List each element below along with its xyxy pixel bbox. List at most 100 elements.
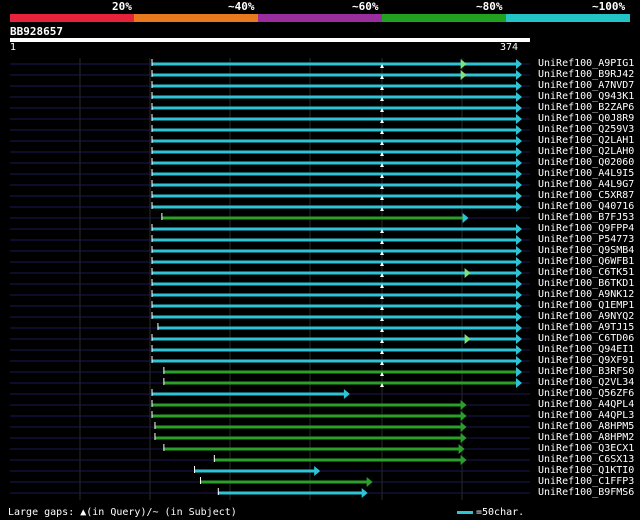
hit-row: [10, 180, 530, 190]
hit-row: [10, 92, 530, 102]
hit-label[interactable]: UniRef100_A9TJ15: [538, 322, 634, 333]
hit-label[interactable]: UniRef100_B3RFS0: [538, 366, 634, 377]
hit-row: [10, 202, 530, 212]
hit-label[interactable]: UniRef100_A9NYQ2: [538, 311, 634, 322]
hit-label[interactable]: UniRef100_A9NK12: [538, 289, 634, 300]
hit-row: [10, 70, 530, 80]
hit-label[interactable]: UniRef100_A4L9G7: [538, 179, 634, 190]
hit-arrowhead: [516, 378, 522, 388]
hit-label[interactable]: UniRef100_Q56ZF6: [538, 388, 634, 399]
hit-arrowhead: [516, 191, 522, 201]
hit-arrowhead: [516, 125, 522, 135]
hit-arrowhead: [516, 136, 522, 146]
hit-label[interactable]: UniRef100_Q9XF91: [538, 355, 634, 366]
hit-row: [10, 125, 530, 135]
hit-arrowhead: [460, 455, 467, 465]
hit-inner-marker: [460, 70, 467, 80]
hit-row: [10, 312, 530, 322]
hit-label[interactable]: UniRef100_Q2VL34: [538, 377, 634, 388]
hit-row: [10, 400, 530, 410]
hit-arrowhead: [516, 180, 522, 190]
hit-label[interactable]: UniRef100_Q943K1: [538, 91, 634, 102]
hit-arrowhead: [516, 147, 522, 157]
hit-row: [10, 169, 530, 179]
hit-arrowhead: [361, 488, 368, 498]
hit-arrowhead: [516, 257, 522, 267]
hit-arrowhead: [516, 268, 522, 278]
hit-row: [10, 378, 530, 388]
hit-row: [10, 345, 530, 355]
hit-row: [10, 356, 530, 366]
hit-label[interactable]: UniRef100_A8HPM2: [538, 432, 634, 443]
hit-label[interactable]: UniRef100_Q40716: [538, 201, 634, 212]
hit-row: [10, 444, 530, 454]
hit-row: [10, 279, 530, 289]
hit-row: [10, 411, 530, 421]
hit-arrowhead: [516, 301, 522, 311]
hit-arrowhead: [516, 202, 522, 212]
hit-row: [10, 477, 530, 487]
hit-label[interactable]: UniRef100_B2ZAP6: [538, 102, 634, 113]
legend-text: Large gaps: ▲(in Query)/~ (in Subject): [8, 507, 237, 518]
hit-arrowhead: [516, 92, 522, 102]
hit-row: [10, 246, 530, 256]
hit-arrowhead: [460, 411, 467, 421]
hit-row: [10, 147, 530, 157]
hit-arrowhead: [516, 158, 522, 168]
hit-label[interactable]: UniRef100_Q259V3: [538, 124, 634, 135]
hit-arrowhead: [516, 246, 522, 256]
hit-arrowhead: [366, 477, 373, 487]
hit-arrowhead: [516, 323, 522, 333]
hit-label[interactable]: UniRef100_Q3ECX1: [538, 443, 634, 454]
hit-row: [10, 301, 530, 311]
hit-label[interactable]: UniRef100_B6TKD1: [538, 278, 634, 289]
hit-inner-marker: [460, 59, 467, 69]
hit-label[interactable]: UniRef100_Q0J8R9: [538, 113, 634, 124]
hit-label[interactable]: UniRef100_A7NVD7: [538, 80, 634, 91]
legend-swatch: [457, 511, 473, 514]
hit-row: [10, 59, 530, 69]
hit-row: [10, 235, 530, 245]
hit-arrowhead: [516, 59, 522, 69]
hit-row: [10, 422, 530, 432]
hit-label[interactable]: UniRef100_Q9SMB4: [538, 245, 634, 256]
hit-label[interactable]: UniRef100_Q2LAH0: [538, 146, 634, 157]
hit-label[interactable]: UniRef100_Q9FPP4: [538, 223, 634, 234]
hit-label[interactable]: UniRef100_B9FMS6: [538, 487, 634, 498]
hit-row: [10, 103, 530, 113]
hit-row: [10, 81, 530, 91]
hit-row: [10, 389, 530, 399]
hit-label[interactable]: UniRef100_C6TK51: [538, 267, 634, 278]
hit-label[interactable]: UniRef100_A4L9I5: [538, 168, 634, 179]
hit-label[interactable]: UniRef100_C6SX13: [538, 454, 634, 465]
hit-arrowhead: [460, 422, 467, 432]
hit-label[interactable]: UniRef100_C6TD06: [538, 333, 634, 344]
hit-arrowhead: [516, 312, 522, 322]
hit-arrowhead: [460, 433, 467, 443]
hit-row: [10, 136, 530, 146]
hit-row: [10, 158, 530, 168]
hit-label[interactable]: UniRef100_P54773: [538, 234, 634, 245]
hit-label[interactable]: UniRef100_Q02060: [538, 157, 634, 168]
hit-label[interactable]: UniRef100_C1FFP3: [538, 476, 634, 487]
hit-label[interactable]: UniRef100_A4QPL3: [538, 410, 634, 421]
hit-label[interactable]: UniRef100_Q2LAH1: [538, 135, 634, 146]
hit-label[interactable]: UniRef100_A8HPM5: [538, 421, 634, 432]
hit-label[interactable]: UniRef100_Q1EMP1: [538, 300, 634, 311]
hit-label[interactable]: UniRef100_Q1KTI0: [538, 465, 634, 476]
hit-label[interactable]: UniRef100_Q6WFB1: [538, 256, 634, 267]
hit-row: [10, 213, 530, 223]
hit-row: [10, 268, 530, 278]
hit-arrowhead: [516, 70, 522, 80]
hit-inner-marker: [464, 334, 471, 344]
hit-label[interactable]: UniRef100_A4QPL4: [538, 399, 634, 410]
hit-inner-marker: [464, 268, 471, 278]
hit-arrowhead: [460, 400, 467, 410]
hit-label[interactable]: UniRef100_C5XR87: [538, 190, 634, 201]
hit-label[interactable]: UniRef100_Q94EI1: [538, 344, 634, 355]
hit-label[interactable]: UniRef100_B7FJ53: [538, 212, 634, 223]
hit-label[interactable]: UniRef100_B9RJ42: [538, 69, 634, 80]
hit-row: [10, 114, 530, 124]
hit-row: [10, 433, 530, 443]
hit-label[interactable]: UniRef100_A9PIG1: [538, 58, 634, 69]
